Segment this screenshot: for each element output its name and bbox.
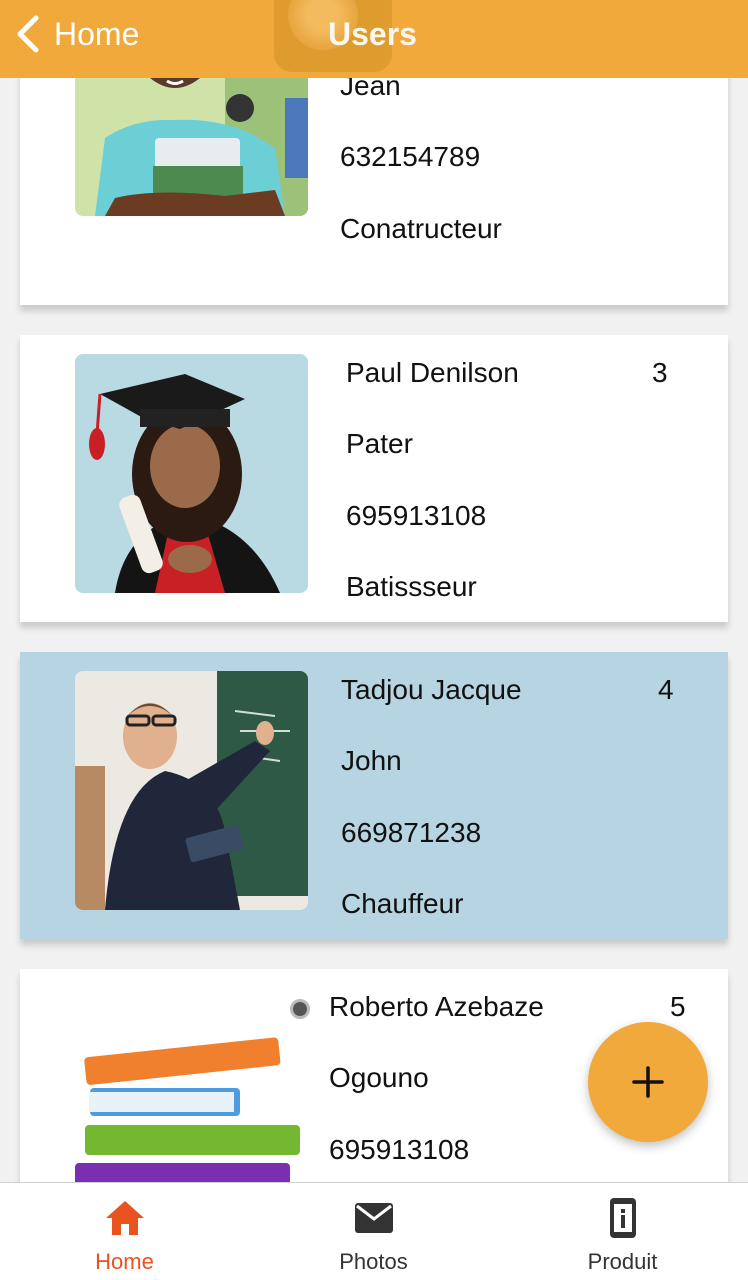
user-first-name: Pater xyxy=(346,428,413,459)
user-first-name: John xyxy=(341,745,402,776)
tab-label: Photos xyxy=(339,1249,408,1274)
user-name: Paul Denilson xyxy=(346,357,519,388)
user-profession: Batissseur xyxy=(346,571,477,602)
user-index: 3 xyxy=(652,357,668,388)
user-profession: Chauffeur xyxy=(341,888,464,919)
tab-home[interactable]: Home xyxy=(0,1183,249,1280)
photo-badge-icon xyxy=(290,999,310,1019)
bottom-tab-bar: Home Photos Produit xyxy=(0,1182,748,1280)
user-index: 4 xyxy=(658,674,674,705)
user-photo xyxy=(75,988,308,1182)
user-name: Tadjou Jacque xyxy=(341,674,522,705)
user-photo xyxy=(75,78,308,216)
user-profession: Conatructeur xyxy=(340,213,502,244)
user-photo xyxy=(75,671,308,910)
tab-label: Home xyxy=(95,1249,154,1274)
user-name: Roberto Azebaze xyxy=(329,991,544,1022)
device-info-icon xyxy=(610,1198,636,1238)
home-icon xyxy=(106,1201,144,1235)
user-index: 5 xyxy=(670,991,686,1022)
user-first-name: Jean xyxy=(340,78,401,101)
nav-header: Home Users xyxy=(0,0,748,78)
list-item[interactable]: Jean 632154789 Conatructeur xyxy=(20,78,728,305)
back-label: Home xyxy=(54,15,140,52)
user-phone: 669871238 xyxy=(341,817,482,848)
add-user-button[interactable] xyxy=(588,1022,708,1142)
user-phone: 632154789 xyxy=(340,141,481,172)
chevron-left-icon xyxy=(17,15,39,53)
tab-produit[interactable]: Produit xyxy=(498,1183,747,1280)
tab-photos[interactable]: Photos xyxy=(249,1183,498,1280)
tab-label: Produit xyxy=(587,1249,658,1274)
user-first-name: Ogouno xyxy=(329,1062,429,1093)
user-photo xyxy=(75,354,308,593)
user-phone: 695913108 xyxy=(346,500,487,531)
plus-icon xyxy=(632,1066,664,1098)
list-item[interactable]: Paul Denilson 3 Pater 695913108 Batissse… xyxy=(20,335,728,622)
user-list[interactable]: Jean 632154789 Conatructeur Paul Denilso… xyxy=(0,78,748,1182)
back-button[interactable]: Home xyxy=(14,12,139,56)
mail-icon xyxy=(355,1203,393,1233)
page-title: Users xyxy=(328,16,417,52)
user-phone: 695913108 xyxy=(329,1134,470,1165)
list-item-selected[interactable]: Tadjou Jacque 4 John 669871238 Chauffeur xyxy=(20,652,728,939)
